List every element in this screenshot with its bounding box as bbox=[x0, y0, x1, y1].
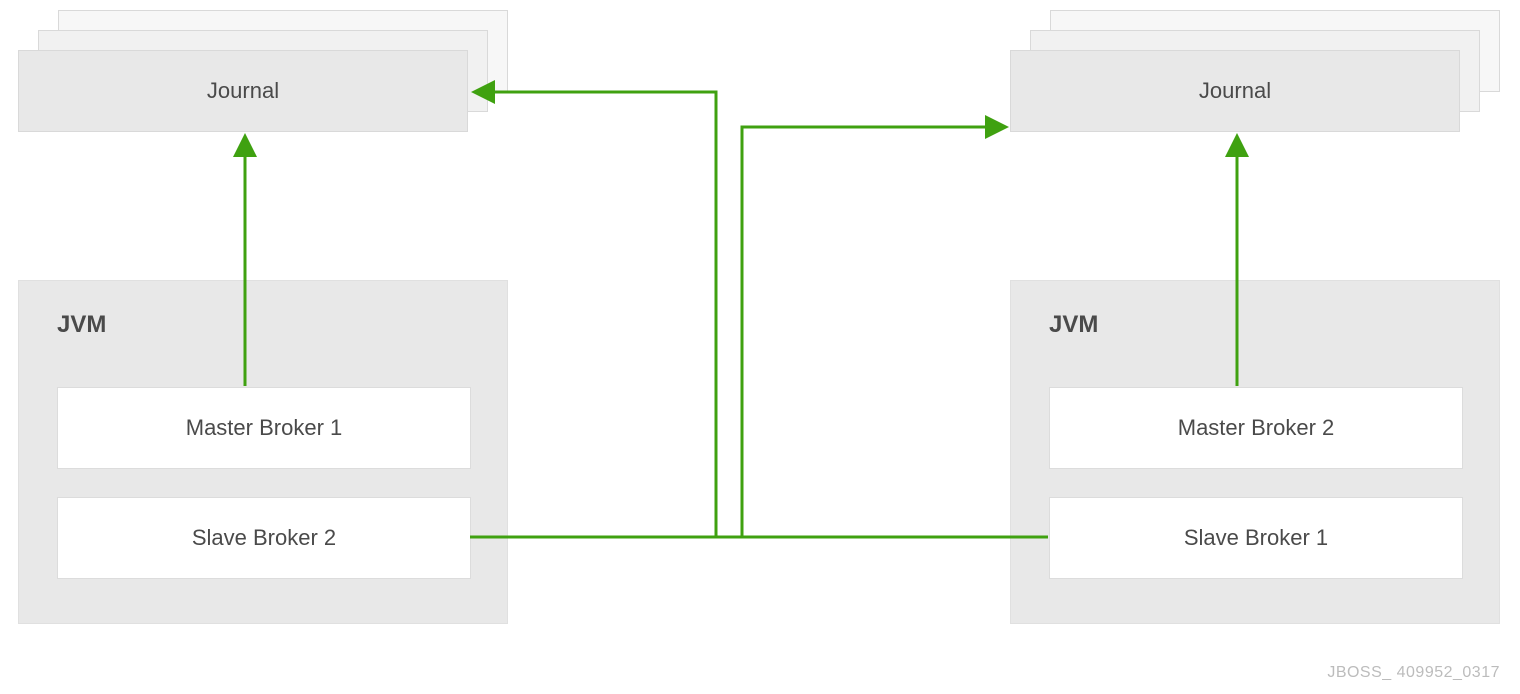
master-broker-right: Master Broker 2 bbox=[1049, 387, 1463, 469]
slave-broker-left: Slave Broker 2 bbox=[57, 497, 471, 579]
jvm-title-right: JVM bbox=[1049, 311, 1098, 339]
jvm-title-left: JVM bbox=[57, 311, 106, 339]
master-broker-left: Master Broker 1 bbox=[57, 387, 471, 469]
jvm-box-right: JVM Master Broker 2 Slave Broker 1 bbox=[1010, 280, 1500, 624]
diagram-footer-id: JBOSS_ 409952_0317 bbox=[1327, 664, 1500, 682]
arrow-slave2-to-journal-right bbox=[470, 127, 1000, 537]
journal-label-left: Journal bbox=[18, 78, 468, 104]
journal-label-right: Journal bbox=[1010, 78, 1460, 104]
arrow-slave1-to-journal-left bbox=[480, 92, 1048, 537]
slave-broker-right: Slave Broker 1 bbox=[1049, 497, 1463, 579]
diagram-container: Journal Journal JVM Master Broker 1 Slav… bbox=[0, 0, 1520, 694]
jvm-box-left: JVM Master Broker 1 Slave Broker 2 bbox=[18, 280, 508, 624]
